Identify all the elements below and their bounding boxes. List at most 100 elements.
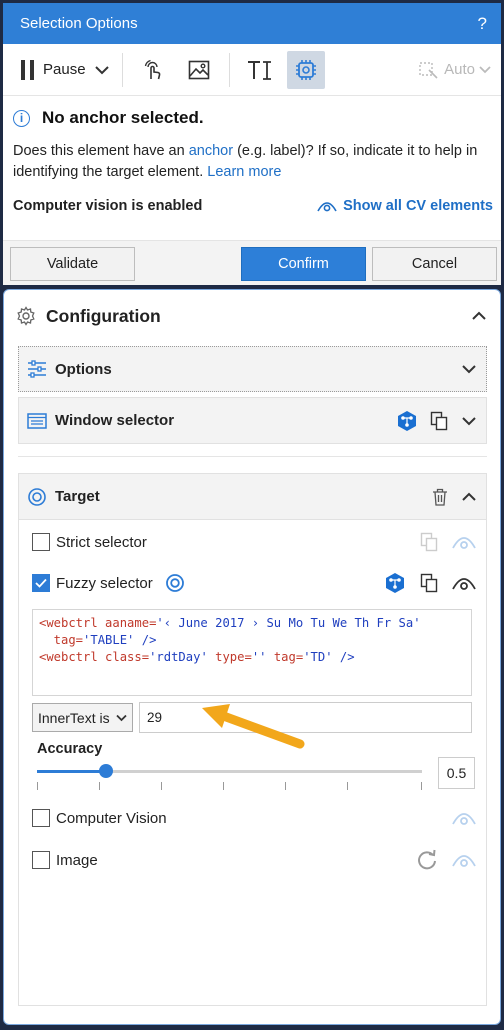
annotation-arrow-icon bbox=[202, 704, 305, 749]
code-punct: /> bbox=[332, 650, 355, 664]
eye-icon bbox=[452, 855, 476, 867]
code-attr: class= bbox=[97, 650, 150, 664]
chevron-down-icon bbox=[462, 416, 476, 425]
section-divider bbox=[18, 456, 487, 457]
toolbar: Pause Auto bbox=[3, 44, 501, 96]
accuracy-slider-thumb[interactable] bbox=[99, 764, 114, 778]
fuzzy-selector-actions bbox=[384, 572, 476, 594]
image-actions bbox=[416, 849, 476, 871]
computer-vision-label: Computer Vision bbox=[56, 809, 167, 827]
hierarchy-icon[interactable] bbox=[384, 572, 406, 594]
help-icon[interactable]: ? bbox=[478, 14, 487, 34]
configuration-panel: Configuration Options Window selector Ta… bbox=[3, 289, 501, 1025]
code-tag: <webctrl bbox=[39, 650, 98, 664]
hierarchy-icon[interactable] bbox=[396, 410, 418, 432]
copy-icon[interactable] bbox=[430, 411, 448, 431]
anchor-status-title: No anchor selected. bbox=[42, 108, 204, 127]
auto-label: Auto bbox=[444, 61, 475, 78]
image-checkbox[interactable] bbox=[32, 851, 50, 869]
slider-tick bbox=[223, 782, 224, 790]
target-icon bbox=[28, 487, 46, 506]
slider-tick bbox=[99, 782, 100, 790]
slider-tick bbox=[421, 782, 422, 790]
cancel-button[interactable]: Cancel bbox=[372, 247, 497, 281]
info-icon: i bbox=[13, 109, 30, 127]
slider-tick bbox=[161, 782, 162, 790]
selection-options-panel: Selection Options ? Pause Auto i No anch… bbox=[3, 3, 501, 285]
code-punct: /> bbox=[134, 633, 157, 647]
copy-icon bbox=[420, 532, 438, 552]
configuration-header[interactable]: Configuration bbox=[4, 290, 500, 342]
target-title: Target bbox=[55, 488, 100, 505]
window-title: Selection Options bbox=[20, 15, 138, 32]
accuracy-slider-fill bbox=[37, 770, 107, 773]
toolbar-separator bbox=[121, 52, 123, 87]
computer-vision-checkbox[interactable] bbox=[32, 809, 50, 827]
fuzzy-selector-checkbox[interactable] bbox=[32, 574, 50, 592]
learn-more-link[interactable]: Learn more bbox=[207, 164, 281, 180]
property-select-value: InnerText is bbox=[38, 709, 110, 726]
code-attr: tag= bbox=[266, 650, 304, 664]
cv-status-label: Computer vision is enabled bbox=[13, 198, 203, 214]
target-header[interactable]: Target bbox=[19, 474, 486, 520]
gear-icon bbox=[17, 306, 35, 326]
configuration-title: Configuration bbox=[46, 305, 161, 326]
computer-vision-row: Computer Vision bbox=[32, 809, 476, 827]
confirm-button[interactable]: Confirm bbox=[241, 247, 366, 281]
cv-mode-button[interactable] bbox=[286, 50, 325, 89]
options-section[interactable]: Options bbox=[18, 346, 487, 392]
chevron-down-icon bbox=[94, 65, 109, 74]
slider-tick bbox=[285, 782, 286, 790]
chevron-down-icon bbox=[462, 365, 476, 374]
eye-icon[interactable] bbox=[452, 575, 476, 591]
selector-code-editor[interactable]: <webctrl aaname='‹ June 2017 › Su Mo Tu … bbox=[32, 609, 472, 696]
accuracy-label: Accuracy bbox=[37, 741, 103, 757]
window-selector-section[interactable]: Window selector bbox=[18, 397, 487, 444]
hover-select-button[interactable] bbox=[134, 51, 172, 89]
slider-tick bbox=[347, 782, 348, 790]
target-icon[interactable] bbox=[165, 573, 185, 593]
code-value: 'TABLE' bbox=[83, 633, 135, 647]
copy-icon[interactable] bbox=[420, 573, 438, 593]
accuracy-value-input[interactable]: 0.5 bbox=[438, 757, 475, 789]
anchor-link[interactable]: anchor bbox=[189, 143, 233, 159]
toolbar-separator bbox=[228, 52, 230, 87]
text-mode-button[interactable] bbox=[241, 51, 279, 89]
pause-icon bbox=[21, 59, 34, 80]
chevron-up-icon bbox=[462, 492, 476, 501]
accuracy-slider[interactable] bbox=[37, 764, 422, 778]
chevron-down-icon bbox=[116, 714, 127, 721]
image-icon bbox=[188, 60, 209, 79]
validate-button[interactable]: Validate bbox=[10, 247, 135, 281]
chevron-up-icon bbox=[472, 311, 486, 320]
refresh-icon bbox=[418, 849, 436, 870]
trash-icon[interactable] bbox=[432, 488, 448, 506]
slider-tick bbox=[37, 782, 38, 790]
checkmark-icon bbox=[35, 578, 47, 588]
window-icon bbox=[27, 412, 47, 429]
auto-mode-dropdown[interactable]: Auto bbox=[418, 60, 491, 80]
anchor-status: i No anchor selected. bbox=[3, 96, 501, 128]
strict-selector-actions bbox=[420, 532, 476, 552]
image-label: Image bbox=[56, 851, 98, 869]
computer-vision-actions bbox=[452, 810, 476, 826]
fuzzy-selector-label: Fuzzy selector bbox=[56, 574, 153, 592]
window-selector-label: Window selector bbox=[55, 412, 175, 429]
show-all-cv-link[interactable]: Show all CV elements bbox=[317, 198, 493, 214]
eye-icon bbox=[452, 813, 476, 825]
title-bar: Selection Options ? bbox=[3, 3, 501, 44]
pause-button[interactable]: Pause bbox=[15, 52, 115, 88]
property-select[interactable]: InnerText is bbox=[32, 703, 133, 732]
code-value: 'rdtDay' bbox=[149, 650, 208, 664]
code-attr: aaname= bbox=[97, 616, 157, 630]
image-mode-button[interactable] bbox=[180, 51, 218, 89]
strict-selector-row: Strict selector bbox=[32, 532, 476, 552]
anchor-description: Does this element have an anchor (e.g. l… bbox=[3, 128, 501, 183]
options-label: Options bbox=[55, 360, 112, 378]
strict-selector-checkbox[interactable] bbox=[32, 533, 50, 551]
code-attr: tag= bbox=[39, 633, 84, 647]
fuzzy-selector-row: Fuzzy selector bbox=[32, 572, 476, 594]
strict-selector-label: Strict selector bbox=[56, 533, 147, 551]
sliders-icon bbox=[28, 360, 46, 378]
tap-gesture-icon bbox=[144, 59, 160, 79]
